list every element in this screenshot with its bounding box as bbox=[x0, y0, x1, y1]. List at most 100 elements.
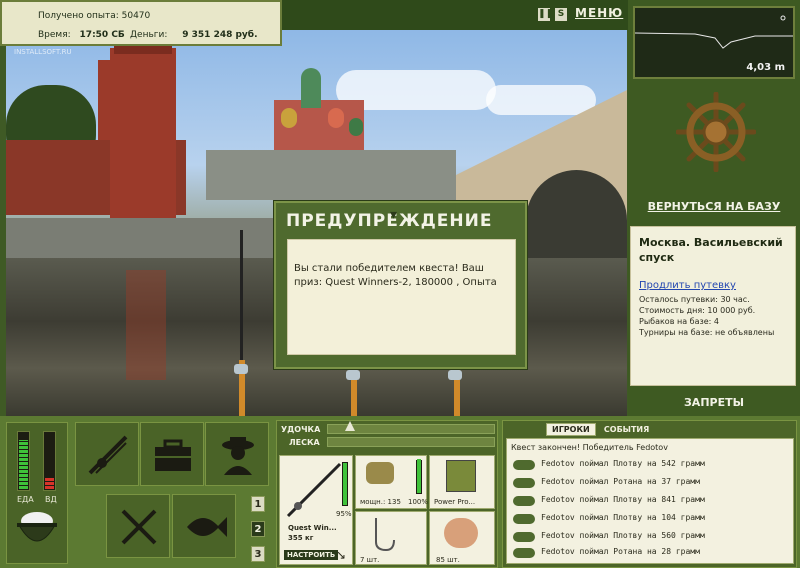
reel bbox=[448, 370, 462, 380]
warning-dialog: ПРЕДУПРЕЖДЕНИЕ ▾ Вы стали победителем кв… bbox=[274, 201, 527, 369]
cloud bbox=[486, 85, 596, 115]
exp-row: Получено опыта: 50470 bbox=[38, 11, 150, 21]
rod-panel: УДОЧКА ЛЕСКА 95% Quest Win... 355 кг НАС… bbox=[276, 420, 498, 568]
food-tile[interactable] bbox=[106, 494, 170, 558]
kremlin-tower bbox=[110, 48, 176, 218]
tab-players[interactable]: ИГРОКИ bbox=[546, 423, 596, 436]
rod-percent: 95% bbox=[336, 510, 352, 518]
return-to-base-button[interactable]: ВЕРНУТЬСЯ НА БАЗУ bbox=[628, 200, 800, 213]
dialog-message-box: Вы стали победителем квеста! Ваш приз: Q… bbox=[287, 239, 516, 355]
log-text: Fedotov поймал Ротана на 37 грамм bbox=[541, 477, 700, 486]
tower-reflection bbox=[126, 270, 166, 380]
bridge-arch bbox=[526, 170, 627, 260]
time-row: Время: 17:50 СБ bbox=[38, 30, 125, 40]
fork-knife-icon bbox=[121, 509, 157, 545]
reel-condition-bar bbox=[416, 459, 422, 494]
day-cost: Стоимость дня: 10 000 руб. bbox=[639, 306, 756, 315]
list-item: Fedotov поймал Плотву на 841 грамм bbox=[511, 493, 791, 510]
location-name: Москва. Васильевский спуск bbox=[639, 236, 783, 264]
depth-sonar: 4,03 m bbox=[633, 6, 795, 79]
line-slider-label: ЛЕСКА bbox=[289, 438, 320, 447]
log-header: Квест закончен! Победитель Fedotov bbox=[511, 443, 668, 452]
tackle-box-icon bbox=[155, 439, 191, 471]
menu-button[interactable]: МЕНЮ bbox=[575, 6, 623, 20]
extend-pass-link[interactable]: Продлить путевку bbox=[639, 280, 736, 291]
bans-button[interactable]: ЗАПРЕТЫ bbox=[628, 396, 800, 409]
list-item: Fedotov поймал Плотву на 560 грамм bbox=[511, 529, 791, 546]
events-log: Квест закончен! Победитель Fedotov Fedot… bbox=[506, 438, 794, 564]
cathedral-dome bbox=[301, 68, 321, 108]
fish-tile[interactable] bbox=[172, 494, 236, 558]
rods-icon bbox=[88, 435, 128, 475]
line-slider[interactable] bbox=[327, 437, 495, 447]
rod-weight: 355 кг bbox=[288, 534, 314, 542]
log-text: Fedotov поймал Плотву на 841 грамм bbox=[541, 495, 705, 504]
fish-icon bbox=[513, 548, 535, 558]
buildings bbox=[206, 150, 456, 200]
slider-thumb[interactable] bbox=[345, 421, 355, 431]
cathedral-dome bbox=[349, 118, 363, 136]
reel bbox=[346, 370, 360, 380]
drink-meter bbox=[43, 431, 56, 491]
rod-slider-label: УДОЧКА bbox=[281, 425, 321, 434]
cathedral-dome bbox=[328, 108, 344, 128]
pause-icon[interactable]: ❚❚ bbox=[538, 8, 553, 21]
base-info-panel: Москва. Васильевский спуск Продлить путе… bbox=[630, 226, 796, 386]
reel-slot[interactable]: мощн.: 135 100% bbox=[355, 455, 429, 509]
s-icon[interactable]: S bbox=[555, 8, 567, 21]
fish-icon bbox=[513, 478, 535, 488]
bait-count: 85 шт. bbox=[436, 556, 460, 564]
reel-percent: 100% bbox=[408, 498, 429, 506]
player-info-panel: Получено опыта: 50470 Время: 17:50 СБ Де… bbox=[0, 0, 282, 46]
money-row: Деньги: 9 351 248 руб. bbox=[130, 30, 258, 40]
fish-icon bbox=[513, 532, 535, 542]
reel-power: мощн.: 135 bbox=[360, 498, 401, 506]
exp-label: Получено опыта: bbox=[38, 11, 119, 21]
list-item: Fedotov поймал Плотву на 104 грамм bbox=[511, 511, 791, 528]
line-spool-icon bbox=[446, 460, 476, 492]
rods-tile[interactable] bbox=[75, 422, 139, 486]
tab-events[interactable]: СОБЫТИЯ bbox=[599, 424, 654, 435]
hook-count: 7 шт. bbox=[360, 556, 380, 564]
setup-button[interactable]: НАСТРОИТЬ bbox=[284, 550, 339, 560]
reel-icon bbox=[366, 462, 394, 484]
fish-icon bbox=[513, 496, 535, 506]
line-name: Power Pro... bbox=[434, 498, 476, 506]
tournaments-status: Турниры на базе: не объявлены bbox=[639, 328, 775, 337]
bait-slot[interactable]: 85 шт. bbox=[429, 511, 495, 565]
page-3-button[interactable]: 3 bbox=[251, 546, 265, 562]
arrow-icon[interactable]: ↘ bbox=[336, 548, 346, 562]
hook-icon bbox=[375, 518, 395, 552]
page-2-button[interactable]: 2 bbox=[251, 521, 265, 537]
depth-value: 4,03 m bbox=[746, 62, 785, 73]
fish-icon bbox=[187, 517, 227, 537]
pass-remaining: Осталось путевки: 30 час. bbox=[639, 295, 750, 304]
cauldron-icon[interactable] bbox=[14, 509, 60, 549]
log-text: Fedotov поймал Ротана на 28 грамм bbox=[541, 547, 700, 556]
hook-slot[interactable]: 7 шт. bbox=[355, 511, 427, 565]
log-text: Fedotov поймал Плотву на 104 грамм bbox=[541, 513, 705, 522]
food-label: ЕДА bbox=[17, 495, 34, 504]
fisherman-icon bbox=[222, 437, 254, 475]
line-slot[interactable]: Power Pro... bbox=[429, 455, 495, 509]
tackle-box-tile[interactable] bbox=[140, 422, 204, 486]
time-label: Время: bbox=[38, 30, 71, 40]
rod-slot[interactable]: 95% Quest Win... 355 кг НАСТРОИТЬ ↘ bbox=[279, 455, 353, 565]
fisherman-tile[interactable] bbox=[205, 422, 269, 486]
fish-icon bbox=[513, 514, 535, 524]
dialog-message: Вы стали победителем квеста! Ваш приз: Q… bbox=[294, 263, 497, 288]
bait-icon bbox=[444, 518, 478, 548]
list-item: Fedotov поймал Ротана на 28 грамм bbox=[511, 545, 791, 562]
drink-meter-fill bbox=[45, 477, 54, 489]
rod-condition-bar bbox=[342, 462, 348, 506]
drink-label: ВД bbox=[45, 495, 57, 504]
spire bbox=[98, 60, 110, 140]
reel-condition-fill bbox=[417, 459, 421, 493]
cathedral-dome bbox=[281, 108, 297, 128]
ship-wheel-icon[interactable] bbox=[675, 91, 757, 173]
page-1-button[interactable]: 1 bbox=[251, 496, 265, 512]
rod-name: Quest Win... bbox=[288, 524, 337, 532]
anglers-count: Рыбаков на базе: 4 bbox=[639, 317, 719, 326]
money-value: 9 351 248 руб. bbox=[182, 30, 258, 40]
food-meter bbox=[17, 431, 30, 491]
